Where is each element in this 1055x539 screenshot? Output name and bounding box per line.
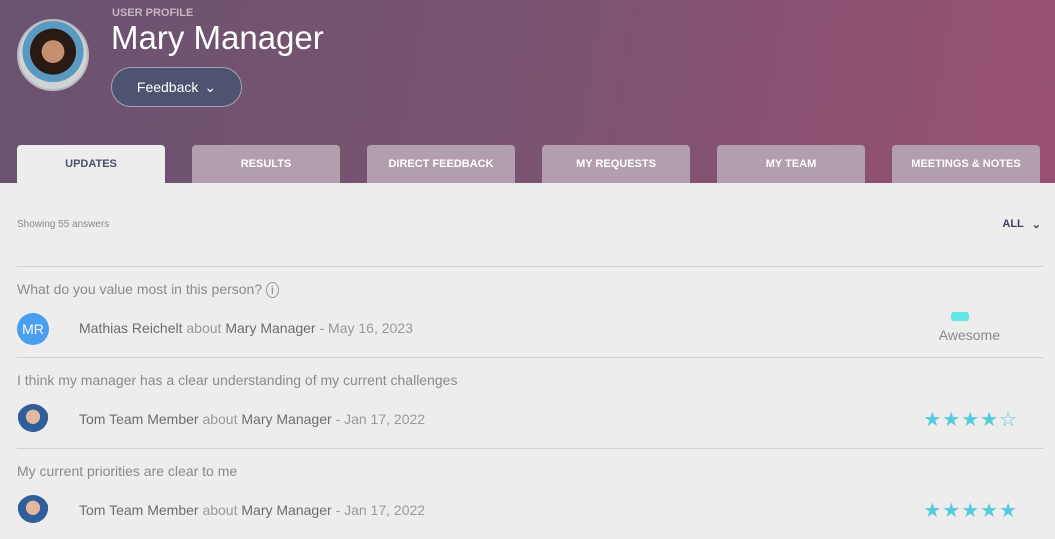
info-icon[interactable]: i: [266, 282, 279, 298]
tab-results[interactable]: RESULTS: [192, 145, 340, 183]
star-filled-icon: ★: [923, 409, 943, 431]
answer-indicator: [951, 312, 969, 321]
chevron-down-icon: ⌄: [1031, 219, 1041, 231]
star-filled-icon: ★: [942, 500, 962, 522]
star-filled-icon: ★: [923, 500, 943, 522]
page-title: Mary Manager: [111, 19, 324, 56]
tab-my-requests[interactable]: MY REQUESTS: [542, 145, 690, 183]
avatar: [17, 404, 49, 436]
tab-direct-feedback[interactable]: DIRECT FEEDBACK: [367, 145, 515, 183]
answer-meta: Mathias Reichelt about Mary Manager - Ma…: [79, 320, 413, 336]
question: I think my manager has a clear understan…: [17, 372, 458, 388]
profile-header: USER PROFILE Mary Manager Feedback ⌄ UPDA…: [0, 0, 1055, 183]
question: My current priorities are clear to me: [17, 463, 238, 479]
answer-count: Showing 55 answers: [17, 219, 110, 230]
eyebrow: USER PROFILE: [112, 7, 194, 19]
star-filled-icon: ★: [999, 500, 1018, 522]
star-filled-icon: ★: [961, 500, 981, 522]
feedback-button[interactable]: Feedback ⌄: [111, 67, 242, 107]
star-empty-icon: ☆: [999, 409, 1018, 431]
avatar: MR: [17, 313, 49, 345]
answer-meta: Tom Team Member about Mary Manager - Jan…: [79, 411, 426, 427]
tab-updates[interactable]: UPDATES: [17, 145, 165, 183]
list-item: I think my manager has a clear understan…: [17, 357, 1044, 448]
tab-my-team[interactable]: MY TEAM: [717, 145, 865, 183]
filter-dropdown[interactable]: ALL ⌄: [1002, 218, 1041, 231]
star-filled-icon: ★: [980, 500, 1000, 522]
star-filled-icon: ★: [961, 409, 981, 431]
star-filled-icon: ★: [942, 409, 962, 431]
chevron-down-icon: ⌄: [204, 78, 217, 95]
filter-value: ALL: [1002, 218, 1024, 230]
feedback-label: Feedback: [136, 79, 199, 95]
avatar: [17, 19, 89, 91]
question: What do you value most in this person? i: [17, 281, 279, 298]
answer-meta: Tom Team Member about Mary Manager - Jan…: [79, 502, 426, 518]
star-rating: ★★★★★: [923, 498, 1018, 523]
list-item: What do you value most in this person? i…: [17, 266, 1044, 357]
tabs: UPDATES RESULTS DIRECT FEEDBACK MY REQUE…: [17, 145, 1040, 183]
star-rating: ★★★★☆: [923, 407, 1018, 432]
avatar: [17, 495, 49, 527]
star-filled-icon: ★: [980, 409, 1000, 431]
tab-meetings-notes[interactable]: MEETINGS & NOTES: [892, 145, 1040, 183]
answer-value: Awesome: [938, 327, 1000, 343]
list-item: My current priorities are clear to me To…: [17, 448, 1044, 539]
